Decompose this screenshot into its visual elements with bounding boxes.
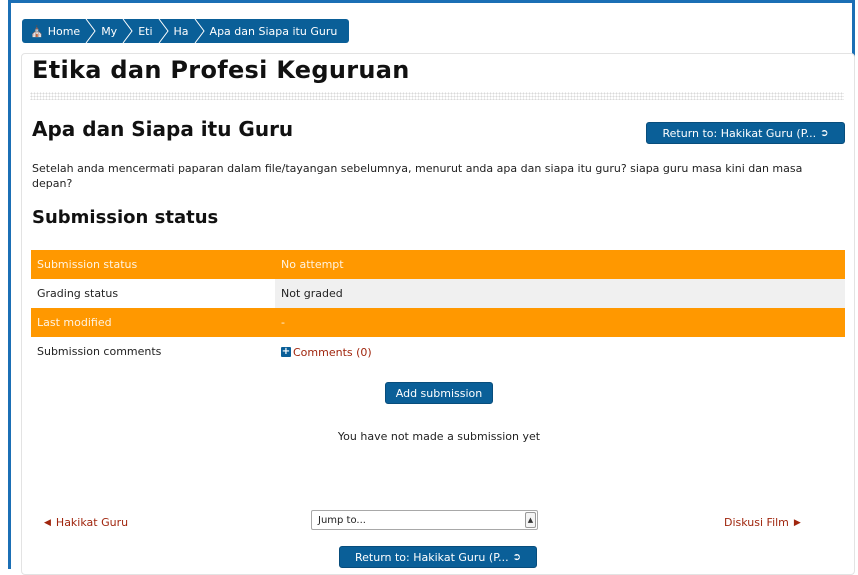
submission-status-heading: Submission status [32,207,219,228]
row-value: No attempt [275,250,845,279]
title-divider [30,92,844,100]
window-frame-top [8,0,855,3]
row-label: Submission comments [31,337,275,366]
row-value: - [275,308,845,337]
breadcrumb-item-section[interactable]: Ha [174,25,189,38]
row-value: + Comments (0) [275,337,845,366]
row-value: Not graded [275,279,845,308]
add-submission-button[interactable]: Add submission [385,382,493,404]
no-submission-message: You have not made a submission yet [337,430,541,443]
sign-in-icon: ➲ [820,127,829,139]
chevron-up-down-icon: ▲︎ [525,512,536,528]
breadcrumb-separator-icon [122,19,133,43]
submission-status-table: Submission status No attempt Grading sta… [31,250,845,366]
course-title: Etika dan Profesi Keguruan [32,56,410,84]
breadcrumb-separator-icon [85,19,96,43]
row-label: Grading status [31,279,275,308]
home-icon: ⛪ [30,24,44,38]
return-to-section-button[interactable]: Return to: Hakikat Guru (P... ➲ [646,122,845,144]
table-row: Grading status Not graded [31,279,845,308]
window-frame-left [8,0,11,569]
breadcrumb-item-activity[interactable]: Apa dan Siapa itu Guru [210,25,338,38]
activity-title: Apa dan Siapa itu Guru [32,117,294,141]
sign-in-icon: ➲ [512,551,521,563]
plus-square-icon: + [281,346,291,358]
jump-to-value: Jump to... [318,514,366,526]
jump-to-select[interactable]: Jump to... ▲︎ [311,510,538,530]
return-button-label: Return to: Hakikat Guru (P... [355,550,509,564]
triangle-left-icon: ◀ [44,517,51,528]
breadcrumb-home[interactable]: ⛪ Home [30,25,80,38]
comments-link[interactable]: + Comments (0) [281,346,372,359]
row-label: Last modified [31,308,275,337]
return-button-label: Return to: Hakikat Guru (P... [662,126,817,140]
return-to-section-button-bottom[interactable]: Return to: Hakikat Guru (P... ➲ [339,546,537,568]
table-row: Last modified - [31,308,845,337]
row-label: Submission status [31,250,275,279]
breadcrumb: ⛪ Home My Eti Ha Apa dan Siapa itu Guru [22,19,350,43]
breadcrumb-item-my[interactable]: My [101,25,117,38]
breadcrumb-item-course[interactable]: Eti [138,25,152,38]
table-row: Submission comments + Comments (0) [31,337,845,366]
next-activity-link[interactable]: Diskusi Film ▶ [724,516,801,529]
breadcrumb-home-label: Home [47,24,81,38]
assignment-intro: Setelah anda mencermati paparan dalam fi… [32,162,803,190]
breadcrumb-separator-icon [194,19,205,43]
table-row: Submission status No attempt [31,250,845,279]
triangle-right-icon: ▶ [793,517,801,528]
next-activity-label: Diskusi Film [724,516,789,529]
previous-activity-link[interactable]: ◀ Hakikat Guru [44,516,128,529]
breadcrumb-separator-icon [158,19,169,43]
comments-label: Comments (0) [293,345,372,359]
previous-activity-label: Hakikat Guru [55,516,129,529]
